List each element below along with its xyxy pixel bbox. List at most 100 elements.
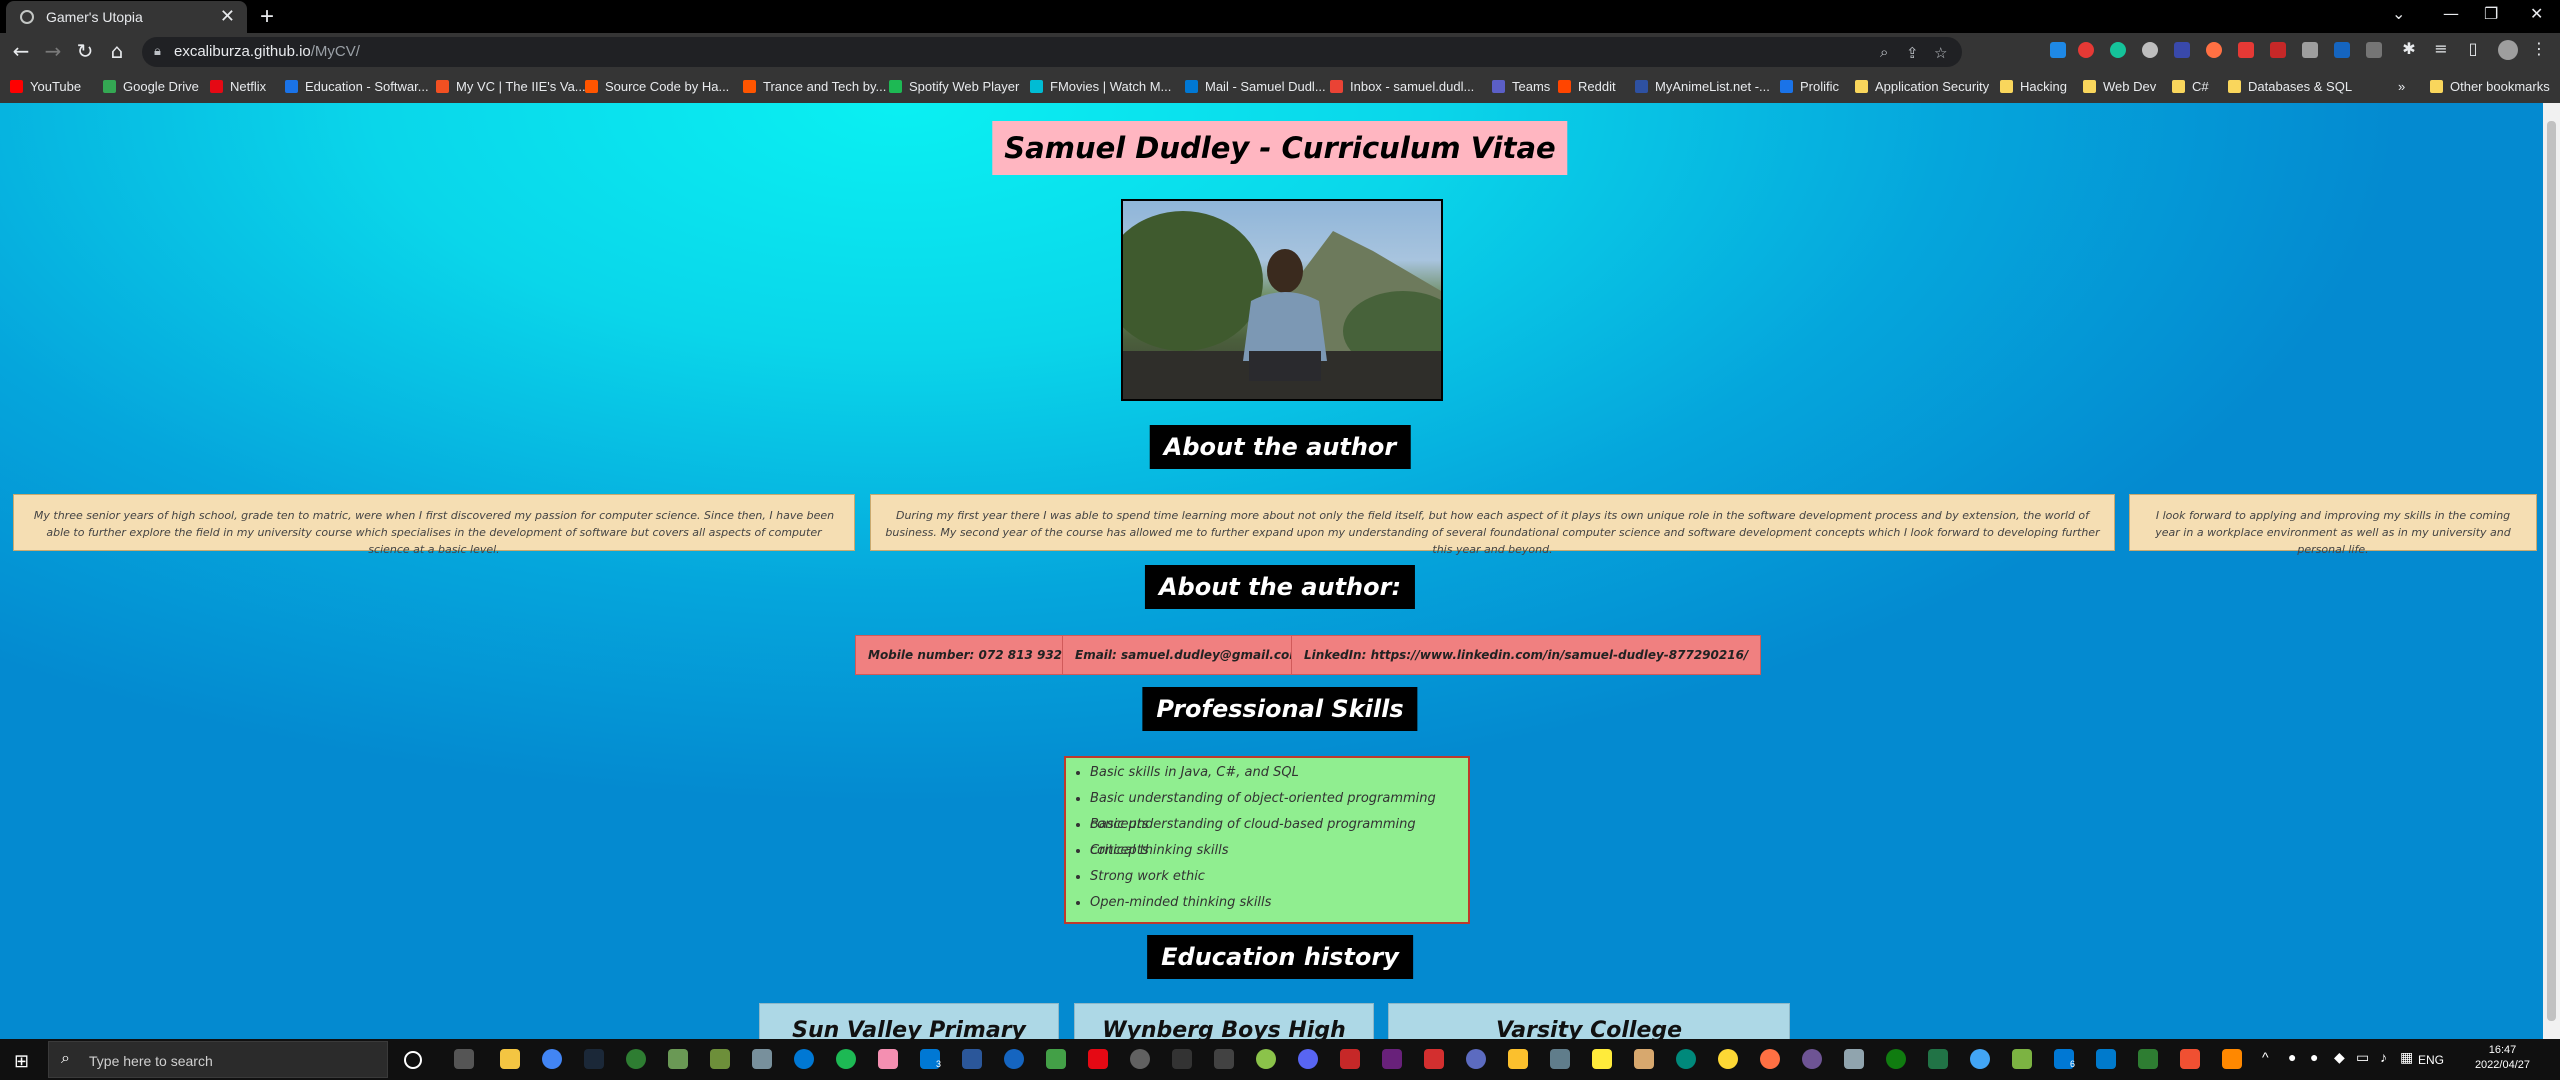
app-icon[interactable] [1004,1049,1024,1069]
share-icon[interactable]: ⇪ [1906,44,1919,62]
extension-icon[interactable] [2050,42,2066,58]
other-bookmarks-folder[interactable]: Other bookmarks [2430,79,2550,94]
app-icon[interactable] [878,1049,898,1069]
app-icon[interactable] [1508,1049,1528,1069]
extension-icon[interactable] [2302,42,2318,58]
bookmark-item[interactable]: Inbox - samuel.dudl... [1330,79,1474,94]
epic-games-icon[interactable] [1172,1049,1192,1069]
tray-icon[interactable]: ◆ [2334,1049,2345,1066]
bookmark-item[interactable]: Education - Softwar... [285,79,429,94]
bookmark-item[interactable]: FMovies | Watch M... [1030,79,1171,94]
spotify-icon[interactable] [836,1049,856,1069]
bookmark-item[interactable]: Google Drive [103,79,199,94]
terminal-icon[interactable] [2138,1049,2158,1069]
app-icon[interactable] [1844,1049,1864,1069]
extension-icon[interactable] [2238,42,2254,58]
lock-icon[interactable]: 🔒︎ [154,43,161,59]
github-icon[interactable] [1802,1049,1822,1069]
extension-icon[interactable] [2206,42,2222,58]
url-text[interactable]: excaliburza.github.io/MyCV/ [174,43,360,60]
tray-icon[interactable]: ● [2310,1049,2318,1065]
netflix-icon[interactable] [1088,1049,1108,1069]
home-icon[interactable]: ⌂ [104,39,130,63]
bookmark-item[interactable]: My VC | The IIE's Va... [436,79,586,94]
restore-icon[interactable]: ❐ [2484,4,2498,23]
file-explorer-icon[interactable] [500,1049,520,1069]
browser-tab[interactable]: Gamer's Utopia ✕ [6,1,247,33]
bookmark-item[interactable]: MyAnimeList.net -... [1635,79,1770,94]
app-icon[interactable] [1970,1049,1990,1069]
app-icon[interactable] [1634,1049,1654,1069]
close-tab-icon[interactable]: ✕ [220,6,235,27]
menu-icon[interactable]: ⋮ [2526,39,2552,58]
extension-icon[interactable] [2334,42,2350,58]
new-tab-button[interactable]: + [260,3,274,31]
app-icon[interactable] [1046,1049,1066,1069]
language-indicator[interactable]: ENG [2418,1053,2444,1067]
bookmark-item[interactable]: Reddit [1558,79,1616,94]
bookmark-item[interactable]: Hacking [2000,79,2067,94]
side-panel-icon[interactable]: ▯ [2460,39,2486,58]
bookmark-item[interactable]: Teams [1492,79,1550,94]
bookmark-item[interactable]: Netflix [210,79,266,94]
bookmark-item[interactable]: C# [2172,79,2209,94]
extension-icon[interactable] [2174,42,2190,58]
task-view-icon[interactable] [454,1049,474,1069]
taskbar-search[interactable]: ⌕ Type here to search [48,1041,388,1078]
app-icon[interactable] [1214,1049,1234,1069]
git-icon[interactable] [2180,1049,2200,1069]
bookmark-item[interactable]: YouTube [10,79,81,94]
reload-icon[interactable]: ↻ [72,39,98,63]
bookmark-item[interactable]: Spotify Web Player [889,79,1019,94]
extension-icon[interactable] [2270,42,2286,58]
bookmark-item[interactable]: Databases & SQL [2228,79,2352,94]
cortana-icon[interactable] [404,1051,422,1069]
bookmark-item[interactable]: Source Code by Ha... [585,79,729,94]
app-icon[interactable] [1424,1049,1444,1069]
app-icon[interactable] [626,1049,646,1069]
bookmark-item[interactable]: Application Security [1855,79,1989,94]
vscode-icon[interactable] [2096,1049,2116,1069]
bookmark-item[interactable]: Prolific [1780,79,1839,94]
back-icon[interactable]: ← [8,39,34,63]
app-icon[interactable] [1550,1049,1570,1069]
profile-avatar[interactable] [2498,40,2518,60]
page-scrollbar[interactable] [2543,103,2560,1039]
minecraft-icon[interactable] [710,1049,730,1069]
network-icon[interactable]: ▭ [2356,1049,2369,1066]
excel-icon[interactable] [1928,1049,1948,1069]
word-icon[interactable] [962,1049,982,1069]
reading-list-icon[interactable]: ≡ [2428,39,2454,58]
sticky-notes-icon[interactable] [1592,1049,1612,1069]
bookmark-item[interactable]: Trance and Tech by... [743,79,886,94]
extensions-puzzle-icon[interactable]: ✱ [2396,39,2422,58]
tray-icon[interactable]: ● [2288,1049,2296,1065]
app-icon[interactable] [1676,1049,1696,1069]
tray-icon[interactable]: ▦ [2400,1049,2413,1066]
zoom-search-icon[interactable]: ⌕ [1880,44,1888,61]
settings-icon[interactable] [1130,1049,1150,1069]
app-icon[interactable] [1760,1049,1780,1069]
extension-icon[interactable] [2366,42,2382,58]
bookmark-item[interactable]: Web Dev [2083,79,2156,94]
app-icon[interactable] [752,1049,772,1069]
edge-icon[interactable] [794,1049,814,1069]
vlc-icon[interactable] [2222,1049,2242,1069]
extension-icon[interactable] [2142,42,2158,58]
scrollbar-thumb[interactable] [2547,121,2556,1021]
app-icon[interactable] [1718,1049,1738,1069]
extension-icon[interactable] [2078,42,2094,58]
close-window-icon[interactable]: ✕ [2530,4,2543,23]
volume-icon[interactable]: ♪ [2380,1049,2387,1065]
app-icon[interactable] [668,1049,688,1069]
chrome-icon[interactable] [542,1049,562,1069]
tab-search-icon[interactable]: ⌄ [2392,4,2405,23]
windows-start-icon[interactable]: ⊞ [14,1051,29,1072]
bookmark-star-icon[interactable]: ☆ [1934,44,1947,62]
bookmarks-overflow-button[interactable]: » [2398,79,2405,94]
app-icon[interactable] [1256,1049,1276,1069]
forward-icon[interactable]: → [40,39,66,63]
steam-icon[interactable] [584,1049,604,1069]
minimize-icon[interactable]: — [2443,4,2459,23]
app-icon[interactable] [1340,1049,1360,1069]
